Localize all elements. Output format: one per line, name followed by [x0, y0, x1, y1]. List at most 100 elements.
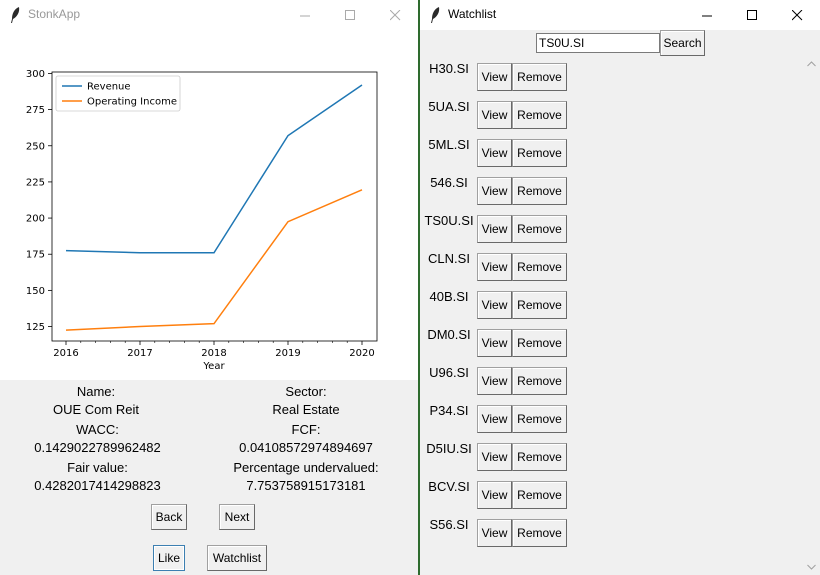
view-button[interactable]: View	[477, 329, 512, 357]
undervalued-label: Percentage undervalued:	[233, 460, 379, 475]
chart-svg: 125 150 175 200 225 250 275 300 2016 2017 2018 2019…	[26, 69, 378, 372]
maximize-button[interactable]	[327, 0, 373, 30]
remove-button[interactable]: Remove	[512, 253, 567, 281]
remove-button[interactable]: Remove	[512, 405, 567, 433]
fcf-value: 0.04108572974894697	[239, 440, 373, 455]
series-line-operating-income	[65, 189, 363, 331]
financial-chart: 125 150 175 200 225 250 275 300 2016 2017 2018 2019…	[0, 30, 418, 380]
ticker-label: H30.SI	[429, 61, 469, 76]
back-button[interactable]: Back	[151, 504, 187, 530]
view-button[interactable]: View	[477, 63, 512, 91]
ticker-label: BCV.SI	[428, 479, 470, 494]
watchlist-row: 40B.SI View Remove	[420, 289, 590, 320]
search-input[interactable]	[536, 33, 660, 53]
watchlist-button[interactable]: Watchlist	[207, 545, 267, 571]
search-button[interactable]: Search	[660, 30, 705, 56]
wacc-value: 0.1429022789962482	[34, 440, 161, 455]
ticker-label: TS0U.SI	[424, 213, 474, 228]
stonkapp-window: StonkApp 125 150 175 200 225 250 275 300 2016 201…	[0, 0, 418, 575]
fair-value-info: Fair value: 0.4282017414298823	[15, 459, 180, 495]
remove-button[interactable]: Remove	[512, 481, 567, 509]
view-button[interactable]: View	[477, 177, 512, 205]
sector-info: Sector: Real Estate	[218, 383, 394, 419]
x-tick-label: 2018	[201, 348, 226, 359]
wacc-label: WACC:	[76, 422, 119, 437]
y-tick-label: 250	[26, 141, 45, 152]
watchlist-row: 546.SI View Remove	[420, 175, 590, 206]
window-title: Watchlist	[448, 7, 497, 21]
view-button[interactable]: View	[477, 405, 512, 433]
view-button[interactable]: View	[477, 101, 512, 129]
sector-value: Real Estate	[272, 402, 340, 417]
watchlist-row: 5ML.SI View Remove	[420, 137, 590, 168]
view-button[interactable]: View	[477, 367, 512, 395]
view-button[interactable]: View	[477, 215, 512, 243]
plot-frame	[51, 71, 378, 342]
sector-label: Sector:	[285, 384, 327, 399]
minimize-button[interactable]	[684, 0, 730, 30]
ticker-label: 546.SI	[430, 175, 468, 190]
view-button[interactable]: View	[477, 253, 512, 281]
ticker-label: 5UA.SI	[428, 99, 470, 114]
maximize-icon	[344, 9, 355, 20]
feather-icon	[11, 7, 20, 23]
x-axis-label: Year	[202, 361, 225, 372]
minimize-button[interactable]	[282, 0, 328, 30]
close-button[interactable]	[372, 0, 418, 30]
x-tick-label: 2017	[127, 348, 152, 359]
remove-button[interactable]: Remove	[512, 215, 567, 243]
like-button[interactable]: Like	[153, 545, 185, 571]
view-button[interactable]: View	[477, 519, 512, 547]
scroll-up-icon[interactable]	[807, 61, 816, 67]
view-button[interactable]: View	[477, 291, 512, 319]
maximize-button[interactable]	[729, 0, 775, 30]
fcf-label: FCF:	[291, 422, 321, 437]
title-bar[interactable]: Watchlist	[420, 0, 820, 30]
minimize-icon	[701, 15, 712, 16]
y-tick-label: 150	[26, 286, 45, 297]
name-info: Name: OUE Com Reit	[15, 383, 177, 419]
remove-button[interactable]: Remove	[512, 367, 567, 395]
remove-button[interactable]: Remove	[512, 101, 567, 129]
x-tick-label: 2019	[275, 348, 300, 359]
watchlist-row: H30.SI View Remove	[420, 61, 590, 92]
remove-button[interactable]: Remove	[512, 177, 567, 205]
next-button[interactable]: Next	[219, 504, 255, 530]
watchlist-row: D5IU.SI View Remove	[420, 441, 590, 472]
ticker-label: CLN.SI	[428, 251, 470, 266]
view-button[interactable]: View	[477, 481, 512, 509]
y-tick-label: 200	[26, 214, 45, 225]
window-title: StonkApp	[28, 7, 81, 21]
y-tick-label: 275	[26, 105, 45, 116]
ticker-label: D5IU.SI	[426, 441, 472, 456]
y-tick-label: 175	[26, 250, 45, 261]
name-value: OUE Com Reit	[53, 402, 139, 417]
remove-button[interactable]: Remove	[512, 519, 567, 547]
wacc-info: WACC: 0.1429022789962482	[15, 421, 180, 457]
x-tick-label: 2020	[349, 348, 374, 359]
watchlist-row: P34.SI View Remove	[420, 403, 590, 434]
remove-button[interactable]: Remove	[512, 63, 567, 91]
remove-button[interactable]: Remove	[512, 443, 567, 471]
minimize-icon	[299, 15, 310, 16]
scroll-down-icon[interactable]	[807, 564, 816, 570]
view-button[interactable]: View	[477, 443, 512, 471]
maximize-icon	[746, 9, 757, 20]
ticker-label: U96.SI	[429, 365, 469, 380]
ticker-label: P34.SI	[429, 403, 469, 418]
title-bar[interactable]: StonkApp	[0, 0, 418, 30]
vertical-scrollbar[interactable]	[803, 56, 820, 575]
undervalued-info: Percentage undervalued: 7.75375891517318…	[218, 459, 394, 495]
remove-button[interactable]: Remove	[512, 329, 567, 357]
watchlist-window: Watchlist Search H30.SIViewRemove5UA.SIV…	[420, 0, 820, 575]
fair-value-value: 0.4282017414298823	[34, 478, 161, 493]
watchlist-row: 5UA.SI View Remove	[420, 99, 590, 130]
ticker-label: 5ML.SI	[428, 137, 470, 152]
view-button[interactable]: View	[477, 139, 512, 167]
close-button[interactable]	[774, 0, 820, 30]
close-icon	[791, 9, 802, 20]
y-tick-label: 300	[26, 69, 45, 80]
remove-button[interactable]: Remove	[512, 291, 567, 319]
close-icon	[389, 9, 400, 20]
remove-button[interactable]: Remove	[512, 139, 567, 167]
